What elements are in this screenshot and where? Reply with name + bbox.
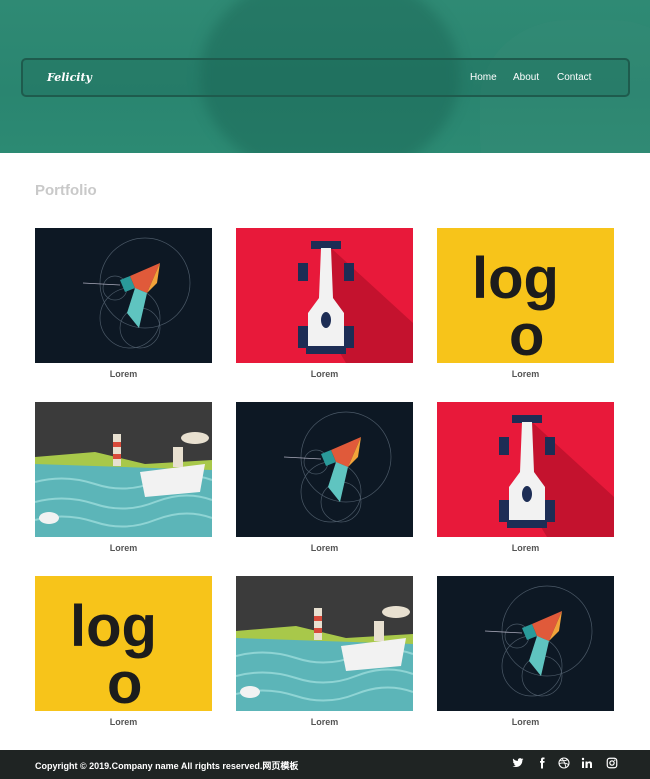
portfolio-item[interactable]: Lorem (437, 402, 614, 553)
copyright-text: Copyright © 2019.Company name All rights… (35, 761, 299, 771)
nav-contact-link[interactable]: Contact (557, 72, 591, 83)
instagram-icon[interactable] (605, 757, 619, 771)
portfolio-caption: Lorem (511, 543, 540, 553)
portfolio-thumbnail[interactable] (236, 576, 413, 711)
portfolio-thumbnail[interactable] (35, 402, 212, 537)
portfolio-thumbnail[interactable]: log o (437, 228, 614, 363)
nav-home-link[interactable]: Home (470, 72, 497, 83)
portfolio-item[interactable]: Lorem (437, 576, 614, 727)
svg-text:o: o (509, 303, 544, 363)
portfolio-caption: Lorem (511, 369, 540, 379)
brand-logo[interactable]: Felicity (47, 71, 92, 84)
nav-about-link[interactable]: About (513, 72, 539, 83)
svg-text:log: log (472, 246, 559, 311)
portfolio-caption: Lorem (109, 369, 138, 379)
portfolio-item[interactable]: Lorem (236, 228, 413, 379)
footer: Copyright © 2019.Company name All rights… (0, 750, 650, 779)
dribbble-icon[interactable] (557, 757, 571, 771)
facebook-icon[interactable] (535, 757, 549, 771)
hummingbird-image (236, 402, 413, 537)
twitter-icon[interactable] (511, 757, 525, 771)
hummingbird-image (35, 228, 212, 363)
portfolio-caption: Lorem (109, 717, 138, 727)
portfolio-item[interactable]: Lorem (35, 402, 212, 553)
portfolio-thumbnail[interactable] (236, 228, 413, 363)
portfolio-caption: Lorem (310, 369, 339, 379)
hero-banner: Felicity Home About Contact (0, 0, 650, 153)
portfolio-caption: Lorem (310, 717, 339, 727)
navbar: Felicity Home About Contact (21, 58, 630, 97)
racecar-image (437, 402, 614, 537)
portfolio-caption: Lorem (109, 543, 138, 553)
section-title: Portfolio (35, 182, 97, 199)
portfolio-item[interactable]: Lorem (35, 228, 212, 379)
racecar-image (236, 228, 413, 363)
portfolio-thumbnail[interactable] (236, 402, 413, 537)
svg-text:log: log (70, 594, 157, 659)
portfolio-item[interactable]: log o Lorem (437, 228, 614, 379)
seascape-image (35, 402, 212, 537)
portfolio-thumbnail[interactable] (35, 228, 212, 363)
portfolio-item[interactable]: Lorem (236, 402, 413, 553)
portfolio-thumbnail[interactable] (437, 402, 614, 537)
linkedin-icon[interactable] (580, 757, 594, 771)
seascape-image (236, 576, 413, 711)
portfolio-caption: Lorem (310, 543, 339, 553)
portfolio-caption: Lorem (511, 717, 540, 727)
svg-text:o: o (107, 651, 142, 711)
logo-image: log o (35, 576, 212, 711)
portfolio-item[interactable]: Lorem (236, 576, 413, 727)
portfolio-thumbnail[interactable]: log o (35, 576, 212, 711)
portfolio-item[interactable]: log o Lorem (35, 576, 212, 727)
portfolio-thumbnail[interactable] (437, 576, 614, 711)
hummingbird-image (437, 576, 614, 711)
logo-image: log o (437, 228, 614, 363)
